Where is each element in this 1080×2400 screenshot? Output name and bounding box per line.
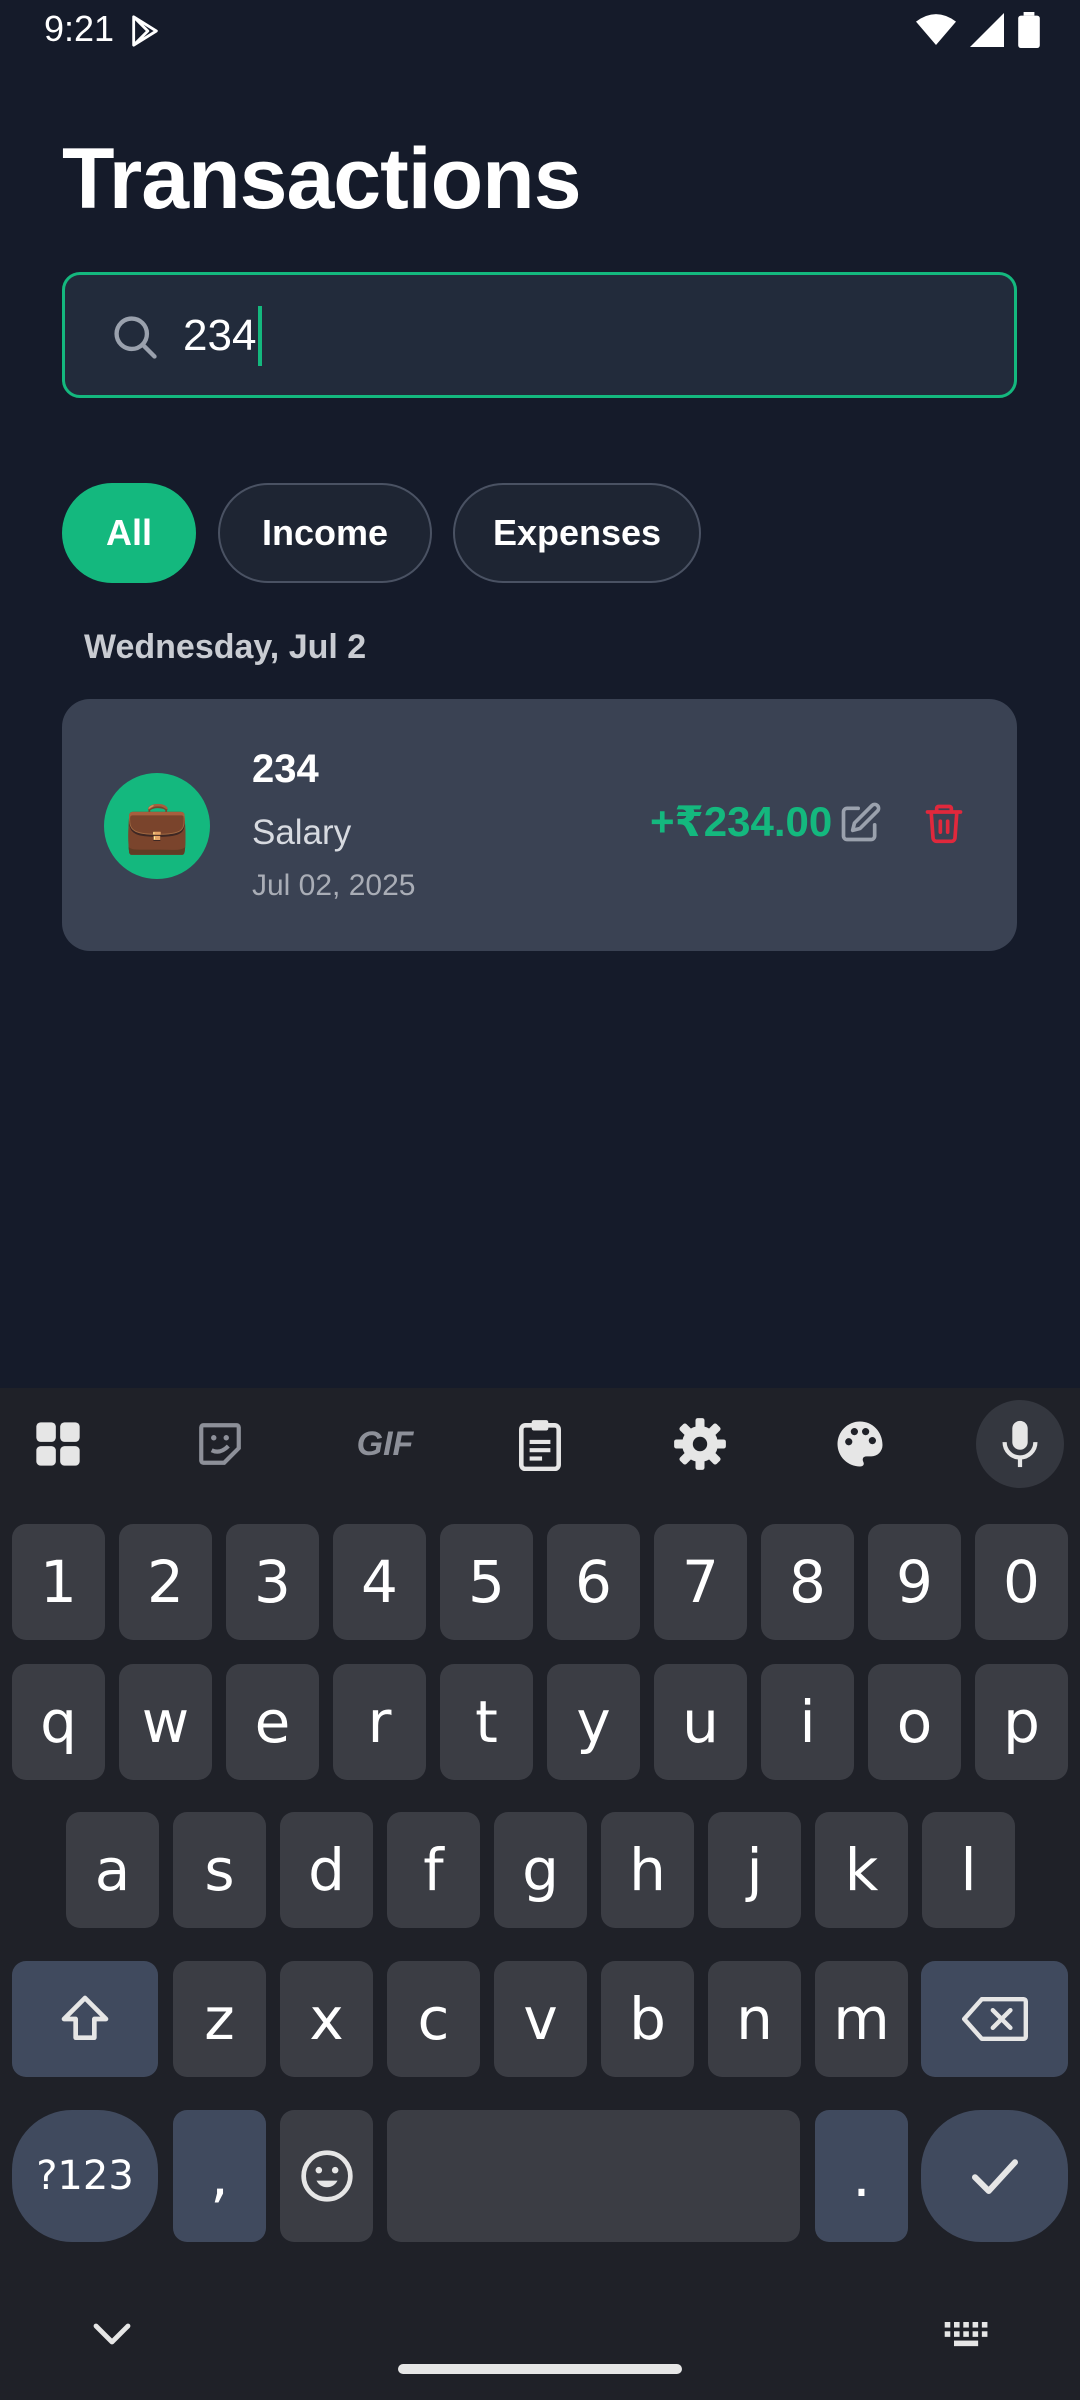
key-i[interactable]: i [761, 1664, 854, 1780]
transaction-card[interactable]: 💼 234 Salary Jul 02, 2025 +₹234.00 [62, 699, 1017, 951]
key-y[interactable]: y [547, 1664, 640, 1780]
key-6[interactable]: 6 [547, 1524, 640, 1640]
status-time: 9:21 [44, 8, 115, 49]
emoji-key[interactable] [280, 2110, 373, 2242]
shift-arrow-icon [61, 1995, 109, 2040]
delete-icon[interactable] [922, 801, 966, 845]
key-w[interactable]: w [119, 1664, 212, 1780]
key-v[interactable]: v [494, 1961, 587, 2077]
key-d[interactable]: d [280, 1812, 373, 1928]
transaction-category: Salary [252, 813, 352, 852]
key-e[interactable]: e [226, 1664, 319, 1780]
battery-icon [1018, 12, 1040, 48]
key-r[interactable]: r [333, 1664, 426, 1780]
text-caret [258, 306, 263, 366]
search-value: 234 [183, 311, 257, 360]
wifi-icon [916, 14, 956, 45]
key-l[interactable]: l [922, 1812, 1015, 1928]
transaction-title: 234 [252, 747, 319, 791]
backspace-key[interactable] [921, 1961, 1068, 2077]
key-g[interactable]: g [494, 1812, 587, 1928]
clipboard-icon[interactable] [508, 1412, 572, 1476]
key-n[interactable]: n [708, 1961, 801, 2077]
key-0[interactable]: 0 [975, 1524, 1068, 1640]
key-f[interactable]: f [387, 1812, 480, 1928]
comma-key[interactable]: , [173, 2110, 266, 2242]
gif-label: GIF [356, 1424, 414, 1463]
checkmark-icon [971, 2159, 1018, 2194]
transaction-date: Jul 02, 2025 [252, 869, 416, 902]
key-9[interactable]: 9 [868, 1524, 961, 1640]
key-j[interactable]: j [708, 1812, 801, 1928]
palette-icon[interactable] [828, 1412, 892, 1476]
search-icon [114, 316, 157, 359]
transaction-amount: +₹234.00 [650, 798, 833, 845]
key-z[interactable]: z [173, 1961, 266, 2077]
search-input[interactable]: 234 [62, 272, 1017, 398]
key-x[interactable]: x [280, 1961, 373, 2077]
microphone-button[interactable] [976, 1400, 1064, 1488]
key-o[interactable]: o [868, 1664, 961, 1780]
key-t[interactable]: t [440, 1664, 533, 1780]
key-2[interactable]: 2 [119, 1524, 212, 1640]
key-1[interactable]: 1 [12, 1524, 105, 1640]
keyboard-hide-chevron-icon[interactable] [92, 2322, 132, 2346]
status-icons [916, 12, 1040, 48]
key-3[interactable]: 3 [226, 1524, 319, 1640]
sticker-icon[interactable] [188, 1412, 252, 1476]
symbols-key[interactable]: ?123 [12, 2110, 158, 2242]
key-c[interactable]: c [387, 1961, 480, 2077]
key-q[interactable]: q [12, 1664, 105, 1780]
shift-key[interactable] [12, 1961, 158, 2077]
gif-icon[interactable]: GIF [346, 1412, 424, 1476]
key-u[interactable]: u [654, 1664, 747, 1780]
filter-chip-all[interactable]: All [62, 483, 196, 583]
key-p[interactable]: p [975, 1664, 1068, 1780]
page-title: Transactions [62, 131, 582, 227]
apps-grid-icon[interactable] [26, 1412, 90, 1476]
key-b[interactable]: b [601, 1961, 694, 2077]
key-h[interactable]: h [601, 1812, 694, 1928]
keyboard-switch-icon[interactable] [944, 2322, 990, 2348]
key-m[interactable]: m [815, 1961, 908, 2077]
briefcase-icon: 💼 [124, 797, 190, 856]
key-a[interactable]: a [66, 1812, 159, 1928]
play-store-icon [132, 15, 158, 47]
category-avatar: 💼 [104, 773, 210, 879]
microphone-icon [1002, 1420, 1038, 1468]
key-5[interactable]: 5 [440, 1524, 533, 1640]
space-key[interactable] [387, 2110, 800, 2242]
key-s[interactable]: s [173, 1812, 266, 1928]
emoji-icon [300, 2150, 353, 2202]
search-value-container: 234 [183, 305, 263, 367]
filter-chip-expenses[interactable]: Expenses [453, 483, 701, 583]
backspace-icon [961, 1997, 1028, 2041]
key-k[interactable]: k [815, 1812, 908, 1928]
signal-icon [970, 13, 1004, 47]
key-4[interactable]: 4 [333, 1524, 426, 1640]
date-group-header: Wednesday, Jul 2 [84, 628, 367, 666]
edit-icon[interactable] [838, 801, 882, 845]
key-7[interactable]: 7 [654, 1524, 747, 1640]
gesture-nav-handle[interactable] [398, 2364, 682, 2374]
period-key[interactable]: . [815, 2110, 908, 2242]
settings-gear-icon[interactable] [668, 1412, 732, 1476]
enter-key[interactable] [921, 2110, 1068, 2242]
status-bar: 9:21 [0, 0, 1080, 62]
filter-chip-income[interactable]: Income [218, 483, 432, 583]
key-8[interactable]: 8 [761, 1524, 854, 1640]
